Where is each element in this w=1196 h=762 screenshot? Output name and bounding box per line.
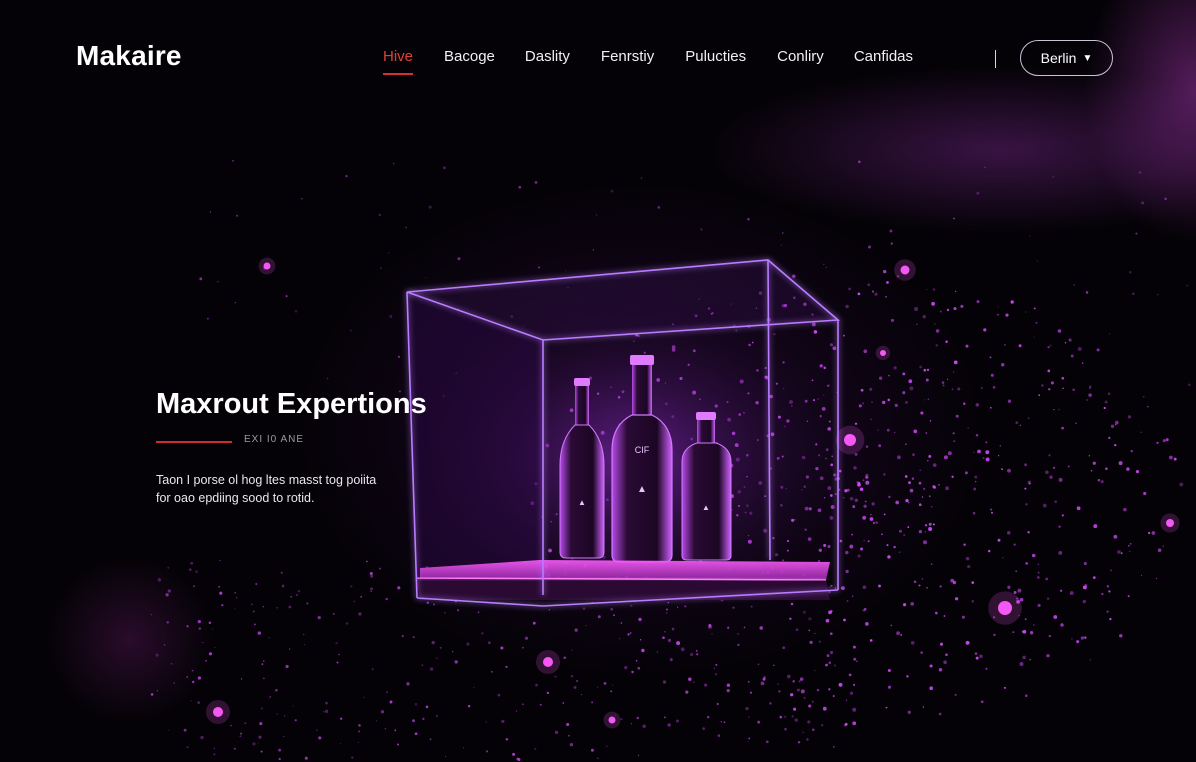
svg-text:▲: ▲ — [702, 503, 710, 512]
nav-item-3[interactable]: Daslity — [525, 48, 570, 75]
hero-tagline: EXI I0 ANE — [244, 434, 305, 445]
nav-item-5[interactable]: Pulucties — [685, 48, 746, 75]
nav-item-6[interactable]: Conliry — [777, 48, 824, 75]
hero-accent-line — [156, 441, 232, 443]
hero-description-line: Taon I porse ol hog ltes masst tog poiit… — [156, 473, 377, 487]
language-selector-button[interactable]: Berlin ▼ — [1020, 40, 1113, 76]
brand-logo[interactable]: Makaire — [76, 40, 182, 72]
site-header: Makaire Hive Bacoge Daslity Fenrstiy Pul… — [0, 0, 1196, 110]
bottle-center-label: CIF — [635, 445, 650, 455]
chevron-down-icon: ▼ — [1082, 52, 1093, 64]
nav-item-7[interactable]: Canfidas — [854, 48, 913, 75]
hero-description: Taon I porse ol hog ltes masst tog poiit… — [156, 471, 456, 507]
svg-text:▲: ▲ — [578, 498, 586, 507]
hero-description-line: for oao epdiing sood to rotid. — [156, 491, 315, 505]
nav-divider — [995, 50, 996, 68]
nav-item-home[interactable]: Hive — [383, 48, 414, 75]
language-label: Berlin — [1040, 50, 1077, 66]
main-nav: Hive Bacoge Daslity Fenrstiy Pulucties C… — [383, 48, 913, 75]
svg-text:▲: ▲ — [637, 484, 647, 495]
bottle-showcase: ▲ CIF ▲ ▲ — [406, 259, 841, 607]
hero-title: Maxrout Expertions — [156, 388, 427, 420]
display-case-left-face — [407, 292, 543, 595]
nav-item-4[interactable]: Fenrstiy — [601, 48, 654, 75]
nav-item-2[interactable]: Bacoge — [444, 48, 495, 75]
